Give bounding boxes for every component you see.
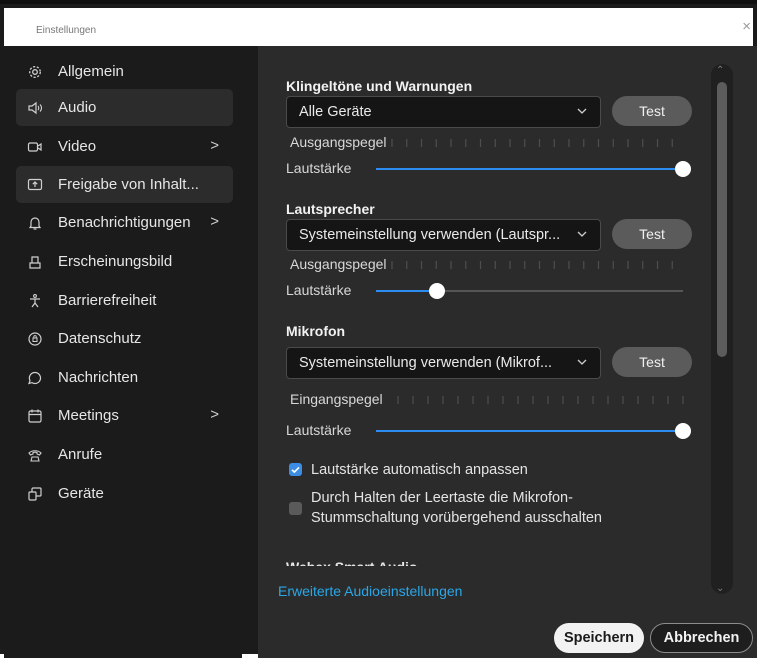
sidebar-item-label: Barrierefreiheit bbox=[58, 292, 157, 309]
ringtones-volume-handle[interactable] bbox=[675, 161, 691, 177]
microphone-device-select[interactable]: Systemeinstellung verwenden (Mikrof... bbox=[286, 347, 601, 379]
microphone-volume-label: Lautstärke bbox=[286, 422, 352, 438]
chevron-down-icon bbox=[576, 228, 588, 244]
sidebar-item-label: Allgemein bbox=[58, 63, 124, 80]
sidebar-item-meetings[interactable]: Meetings > bbox=[16, 397, 233, 434]
speaker-volume-fill bbox=[376, 290, 438, 292]
chevron-right-icon: > bbox=[210, 137, 219, 154]
sidebar-item-allgemein[interactable]: Allgemein bbox=[16, 53, 233, 90]
panel-scrollbar[interactable]: ⌃ ⌄ bbox=[711, 64, 733, 594]
space-unmute-label-line1: Durch Halten der Leertaste die Mikrofon- bbox=[311, 490, 573, 506]
camera-icon bbox=[26, 138, 44, 156]
sidebar-item-erscheinungsbild[interactable]: Erscheinungsbild bbox=[16, 243, 233, 280]
sidebar-item-video[interactable]: Video > bbox=[16, 128, 233, 165]
speaker-device-select[interactable]: Systemeinstellung verwenden (Lautspr... bbox=[286, 219, 601, 251]
chevron-down-icon bbox=[576, 356, 588, 372]
ringtones-volume-fill bbox=[376, 168, 683, 170]
speaker-volume-handle[interactable] bbox=[429, 283, 446, 299]
audio-settings-panel: Klingeltöne und Warnungen Alle Geräte Te… bbox=[258, 46, 757, 658]
ringtones-test-button[interactable]: Test bbox=[612, 96, 692, 126]
sidebar-item-label: Erscheinungsbild bbox=[58, 253, 173, 270]
calendar-icon bbox=[26, 407, 44, 425]
ringtones-device-select[interactable]: Alle Geräte bbox=[286, 96, 601, 128]
title-bar: Einstellungen × bbox=[4, 8, 753, 46]
chevron-right-icon: > bbox=[210, 406, 219, 423]
speaker-test-button[interactable]: Test bbox=[612, 219, 692, 249]
auto-adjust-label[interactable]: Lautstärke automatisch anpassen bbox=[311, 460, 528, 480]
cancel-button[interactable]: Abbrechen bbox=[650, 623, 753, 653]
advanced-audio-settings-link[interactable]: Erweiterte Audioeinstellungen bbox=[278, 583, 462, 599]
sidebar-item-label: Video bbox=[58, 138, 97, 155]
sidebar-item-geraete[interactable]: Geräte bbox=[16, 475, 233, 512]
sidebar-item-label: Audio bbox=[58, 99, 97, 116]
microphone-section-title: Mikrofon bbox=[286, 323, 346, 339]
checkmark-icon bbox=[291, 466, 300, 474]
microphone-device-value: Systemeinstellung verwenden (Mikrof... bbox=[299, 355, 553, 371]
sidebar-item-barrierefreiheit[interactable]: Barrierefreiheit bbox=[16, 282, 233, 319]
speaker-volume-label: Lautstärke bbox=[286, 282, 352, 298]
sidebar-item-label: Meetings bbox=[58, 407, 119, 424]
space-unmute-label[interactable]: Durch Halten der Leertaste die Mikrofon-… bbox=[311, 488, 602, 528]
smart-audio-section-title-partial: Webex Smart Audio bbox=[286, 560, 417, 566]
speaker-icon bbox=[26, 99, 44, 117]
sidebar-item-audio[interactable]: Audio bbox=[16, 89, 233, 126]
window-title: Einstellungen bbox=[36, 25, 97, 36]
microphone-volume-slider[interactable] bbox=[376, 423, 691, 439]
auto-adjust-checkbox[interactable] bbox=[289, 463, 302, 476]
sidebar-item-anrufe[interactable]: Anrufe bbox=[16, 436, 233, 473]
settings-sidebar: Allgemein Audio Video > Freigabe von Inh… bbox=[4, 46, 242, 658]
gear-icon bbox=[26, 63, 44, 81]
sidebar-item-label: Benachrichtigungen bbox=[58, 214, 191, 231]
scroll-up-icon[interactable]: ⌃ bbox=[716, 65, 724, 76]
sidebar-item-datenschutz[interactable]: Datenschutz bbox=[16, 320, 233, 357]
speaker-section-title: Lautsprecher bbox=[286, 201, 375, 217]
ringtones-output-level-label: Ausgangspegel bbox=[290, 134, 387, 150]
sidebar-item-label: Datenschutz bbox=[58, 330, 142, 347]
microphone-input-level-meter bbox=[397, 396, 684, 404]
sidebar-item-benachrichtigungen[interactable]: Benachrichtigungen > bbox=[16, 204, 233, 241]
sidebar-item-label: Freigabe von Inhalt... bbox=[58, 176, 199, 193]
speaker-output-level-meter bbox=[391, 261, 673, 269]
bell-icon bbox=[26, 214, 44, 232]
ringtones-device-value: Alle Geräte bbox=[299, 104, 372, 120]
microphone-input-level-label: Eingangspegel bbox=[290, 391, 383, 407]
space-unmute-label-line2: Stummschaltung vorübergehend ausschalten bbox=[311, 510, 602, 526]
microphone-volume-handle[interactable] bbox=[675, 423, 691, 439]
accessibility-icon bbox=[26, 292, 44, 310]
privacy-icon bbox=[26, 330, 44, 348]
devices-icon bbox=[26, 485, 44, 503]
speaker-output-level-label: Ausgangspegel bbox=[290, 256, 387, 272]
audio-settings-scroll-area: Klingeltöne und Warnungen Alle Geräte Te… bbox=[258, 46, 728, 576]
chevron-down-icon bbox=[576, 105, 588, 121]
speaker-device-value: Systemeinstellung verwenden (Lautspr... bbox=[299, 227, 561, 243]
sidebar-item-label: Geräte bbox=[58, 485, 104, 502]
ringtones-volume-slider[interactable] bbox=[376, 161, 691, 177]
sidebar-item-nachrichten[interactable]: Nachrichten bbox=[16, 359, 233, 396]
ringtones-output-level-meter bbox=[391, 139, 673, 147]
sidebar-item-label: Anrufe bbox=[58, 446, 103, 463]
ringtones-section-title: Klingeltöne und Warnungen bbox=[286, 78, 473, 94]
phone-icon bbox=[26, 446, 44, 464]
microphone-volume-fill bbox=[376, 430, 683, 432]
share-screen-icon bbox=[26, 176, 44, 194]
speaker-volume-slider[interactable] bbox=[376, 283, 683, 299]
space-unmute-checkbox[interactable] bbox=[289, 502, 302, 515]
chevron-right-icon: > bbox=[210, 213, 219, 230]
close-icon[interactable]: × bbox=[742, 19, 751, 34]
chat-icon bbox=[26, 369, 44, 387]
settings-window: Einstellungen × Allgemein Audio Video > bbox=[0, 0, 757, 658]
scrollbar-thumb[interactable] bbox=[717, 82, 727, 357]
appearance-icon bbox=[26, 253, 44, 271]
ringtones-volume-label: Lautstärke bbox=[286, 160, 352, 176]
scroll-down-icon[interactable]: ⌄ bbox=[716, 583, 724, 594]
microphone-test-button[interactable]: Test bbox=[612, 347, 692, 377]
save-button[interactable]: Speichern bbox=[554, 623, 644, 653]
sidebar-item-label: Nachrichten bbox=[58, 369, 139, 386]
sidebar-item-freigabe[interactable]: Freigabe von Inhalt... bbox=[16, 166, 233, 203]
